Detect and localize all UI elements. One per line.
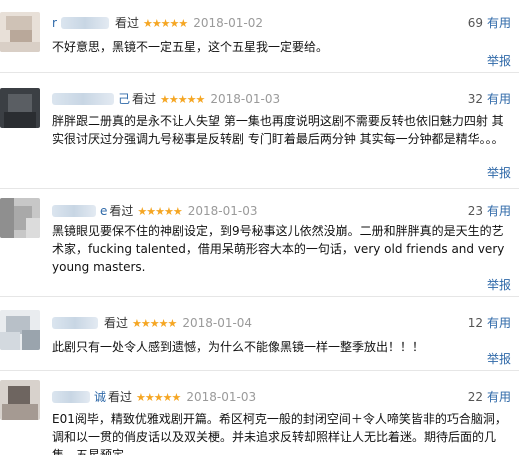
review-content: 不好意思，黑镜不一定五星，这个五星我一定要给。: [52, 40, 329, 54]
watched-label: 看过: [104, 316, 129, 330]
avatar[interactable]: [0, 12, 40, 52]
vote-area: 32 有用: [468, 90, 511, 108]
useful-button[interactable]: 有用: [487, 92, 511, 106]
watched-label: 看过: [108, 390, 133, 404]
review-meta: 诚看过 ★★★★★ 2018-01-03: [52, 388, 256, 406]
review-date: 2018-01-04: [182, 316, 253, 330]
review-date: 2018-01-03: [210, 92, 281, 106]
report-link[interactable]: 举报: [487, 52, 511, 70]
review-content: 此剧只有一处令人感到遗憾，为什么不能像黑镜一样一整季放出！！！: [52, 340, 425, 354]
review-item: 诚看过 ★★★★★ 2018-01-03 22 有用 E01阅毕，精致优雅戏剧开篇。希…: [0, 380, 519, 455]
divider: [0, 296, 519, 297]
rating-stars: ★★★★★: [137, 205, 182, 218]
username-blurred: [52, 391, 90, 403]
review-date: 2018-01-02: [193, 16, 264, 30]
useful-button[interactable]: 有用: [487, 16, 511, 30]
rating-stars: ★★★★★: [160, 93, 205, 106]
avatar[interactable]: [0, 380, 40, 420]
vote-area: 69 有用: [468, 14, 511, 32]
username[interactable]: 己: [118, 90, 130, 108]
vote-area: 12 有用: [468, 314, 511, 332]
review-meta: r 看过 ★★★★★ 2018-01-02: [52, 14, 263, 32]
vote-count: 23: [467, 204, 483, 218]
avatar[interactable]: [0, 310, 40, 350]
vote-count: 22: [467, 390, 483, 404]
username-blurred: [52, 93, 114, 105]
divider: [0, 188, 519, 189]
rating-stars: ★★★★★: [142, 17, 188, 30]
review-content: 胖胖跟二册真的是永不让人失望 第一集也再度说明这剧不需要反转也依旧魅力四射 其实…: [52, 114, 504, 146]
username-blurred: [52, 317, 98, 329]
divider: [0, 370, 519, 371]
review-meta: 看过 ★★★★★ 2018-01-04: [52, 314, 252, 332]
review-item: r 看过 ★★★★★ 2018-01-02 69 有用 不好意思，黑镜不一定五星，这个五…: [0, 12, 519, 72]
useful-button[interactable]: 有用: [487, 390, 511, 404]
report-link[interactable]: 举报: [487, 350, 511, 368]
review-meta: e 看过 ★★★★★ 2018-01-03: [52, 202, 257, 220]
watched-label: 看过: [109, 204, 134, 218]
divider: [0, 72, 519, 73]
vote-count: 32: [467, 92, 483, 106]
review-item: e 看过 ★★★★★ 2018-01-03 23 有用 黑镜眼见要保不住的神剧设定，到9…: [0, 198, 519, 294]
vote-area: 22 有用: [468, 388, 511, 406]
username[interactable]: r: [52, 14, 57, 32]
review-meta: 己看过 ★★★★★ 2018-01-03: [52, 90, 280, 108]
username[interactable]: 诚: [94, 388, 106, 406]
username-blurred: [60, 17, 109, 29]
review-date: 2018-01-03: [186, 390, 257, 404]
vote-count: 69: [467, 16, 483, 30]
report-link[interactable]: 举报: [487, 164, 511, 182]
useful-button[interactable]: 有用: [487, 204, 511, 218]
rating-stars: ★★★★★: [132, 317, 177, 330]
avatar[interactable]: [0, 88, 40, 128]
review-item: 己看过 ★★★★★ 2018-01-03 32 有用 胖胖跟二册真的是永不让人失望 第…: [0, 84, 519, 186]
useful-button[interactable]: 有用: [487, 316, 511, 330]
watched-label: 看过: [132, 92, 157, 106]
rating-stars: ★★★★★: [136, 391, 181, 404]
watched-label: 看过: [114, 16, 139, 30]
vote-area: 23 有用: [468, 202, 511, 220]
review-content: E01阅毕，精致优雅戏剧开篇。希区柯克一般的封闭空间＋令人啼笑皆非的巧合脑洞，调…: [52, 412, 507, 455]
username-blurred: [52, 205, 96, 217]
review-date: 2018-01-03: [187, 204, 258, 218]
review-content: 黑镜眼见要保不住的神剧设定，到9号秘事这儿依然没崩。二册和胖胖真的是天生的艺术家…: [52, 224, 505, 274]
report-link[interactable]: 举报: [487, 276, 511, 294]
username[interactable]: e: [100, 202, 107, 220]
review-item: 看过 ★★★★★ 2018-01-04 12 有用 此剧只有一处令人感到遗憾，为什么不…: [0, 310, 519, 368]
vote-count: 12: [467, 316, 483, 330]
avatar[interactable]: [0, 198, 40, 238]
